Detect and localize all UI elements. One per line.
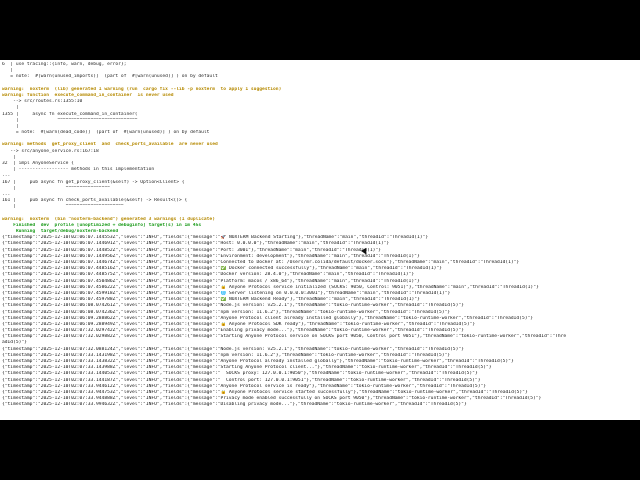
terminal-output: 6 | use tracing::{info, warn, debug, err… (2, 62, 638, 409)
terminal-window[interactable]: 6 | use tracing::{info, warn, debug, err… (0, 60, 640, 420)
terminal-line: {"timestamp":"2025-12-10T02:07:32.029882… (2, 334, 567, 340)
terminal-line: {"timestamp":"2025-12-10T02:07:33.994632… (2, 402, 467, 408)
